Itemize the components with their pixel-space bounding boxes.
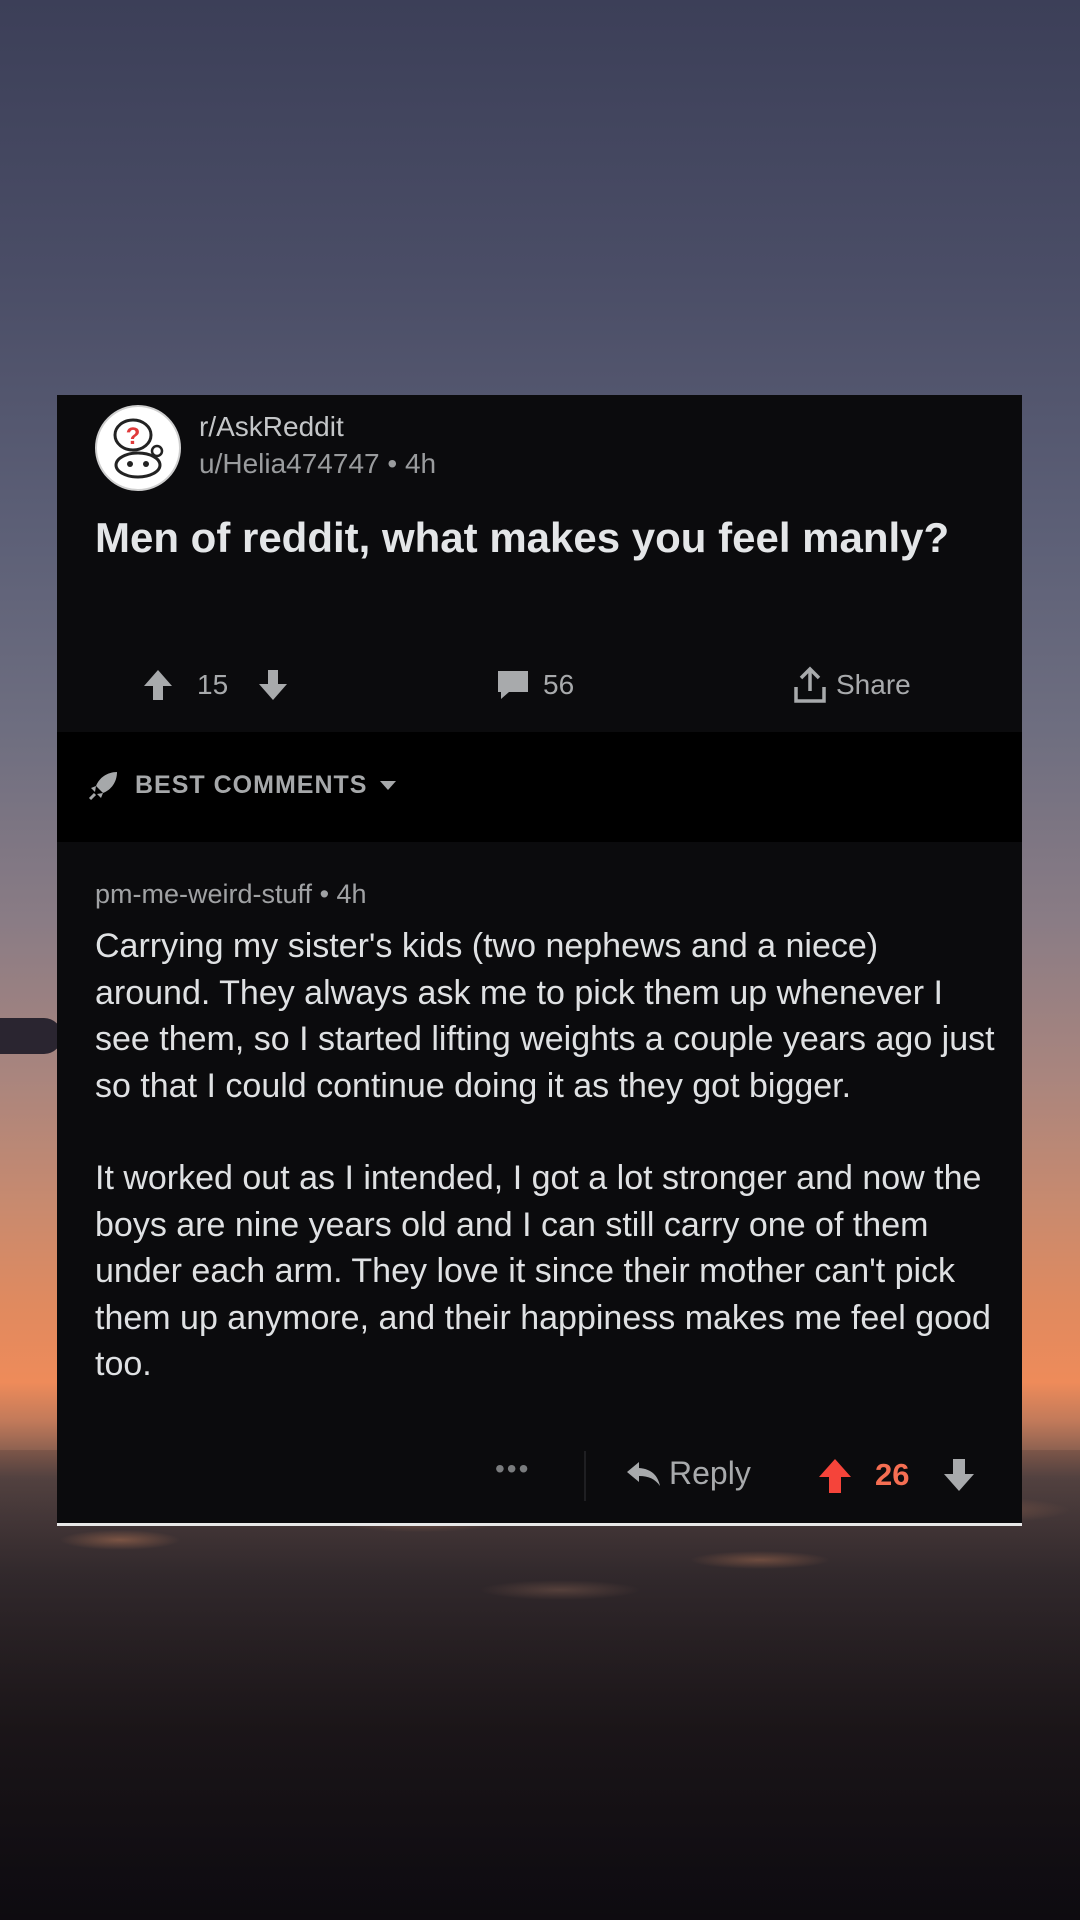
sort-label: BEST COMMENTS	[135, 770, 368, 799]
downvote-button[interactable]	[257, 650, 289, 720]
comment-downvote-button[interactable]	[942, 1457, 976, 1498]
comment-score: 26	[875, 1457, 910, 1492]
comment-action-bar: ••• Reply 26	[57, 1445, 1022, 1505]
reply-arrow-icon	[627, 1461, 660, 1486]
comment-sort-bar: BEST COMMENTS	[57, 732, 1022, 842]
svg-text:?: ?	[126, 423, 141, 450]
sort-dropdown[interactable]: BEST COMMENTS	[87, 768, 397, 802]
reply-label: Reply	[669, 1455, 751, 1491]
downvote-icon	[259, 670, 287, 700]
comment-body: Carrying my sister's kids (two nephews a…	[95, 923, 1000, 1434]
share-label: Share	[836, 669, 911, 700]
reply-button[interactable]: Reply	[625, 1455, 751, 1492]
share-icon	[794, 666, 826, 703]
chevron-down-icon	[380, 781, 397, 790]
post-action-bar: 15 56 Share	[57, 650, 1022, 720]
comment-bubble-icon	[498, 671, 528, 699]
upvote-button[interactable]	[142, 650, 174, 720]
reddit-post-card: ? r/AskReddit u/Helia474747 • 4h Men of …	[57, 395, 1022, 1526]
comment-upvote-button[interactable]	[817, 1457, 853, 1500]
meta-separator: •	[387, 448, 405, 479]
rocket-icon	[88, 772, 117, 801]
comment-author[interactable]: pm-me-weird-stuff	[95, 879, 312, 909]
more-options-button[interactable]: •••	[495, 1453, 530, 1485]
post-score: 15	[197, 669, 229, 700]
post-author[interactable]: u/Helia474747	[199, 448, 380, 479]
subreddit-avatar[interactable]: ?	[95, 405, 181, 491]
card-border	[57, 1523, 1022, 1526]
share-button[interactable]: Share	[792, 650, 911, 720]
post-meta: u/Helia474747 • 4h	[199, 448, 436, 480]
post-title[interactable]: Men of reddit, what makes you feel manly…	[95, 511, 955, 565]
divider	[584, 1451, 586, 1501]
downvote-icon	[944, 1459, 974, 1491]
upvote-icon	[819, 1459, 851, 1493]
comment-paragraph: Carrying my sister's kids (two nephews a…	[95, 927, 995, 1105]
background-figure	[0, 1018, 62, 1054]
comments-button[interactable]: 56	[495, 650, 574, 720]
meta-separator: •	[319, 879, 337, 909]
comments-count: 56	[543, 669, 575, 700]
comment-age: 4h	[336, 879, 367, 909]
comment-paragraph: It worked out as I intended, I got a lot…	[95, 1159, 991, 1383]
post-age: 4h	[404, 448, 437, 479]
comment-meta: pm-me-weird-stuff • 4h	[95, 879, 367, 910]
subreddit-name[interactable]: r/AskReddit	[199, 411, 344, 443]
upvote-icon	[144, 670, 172, 700]
